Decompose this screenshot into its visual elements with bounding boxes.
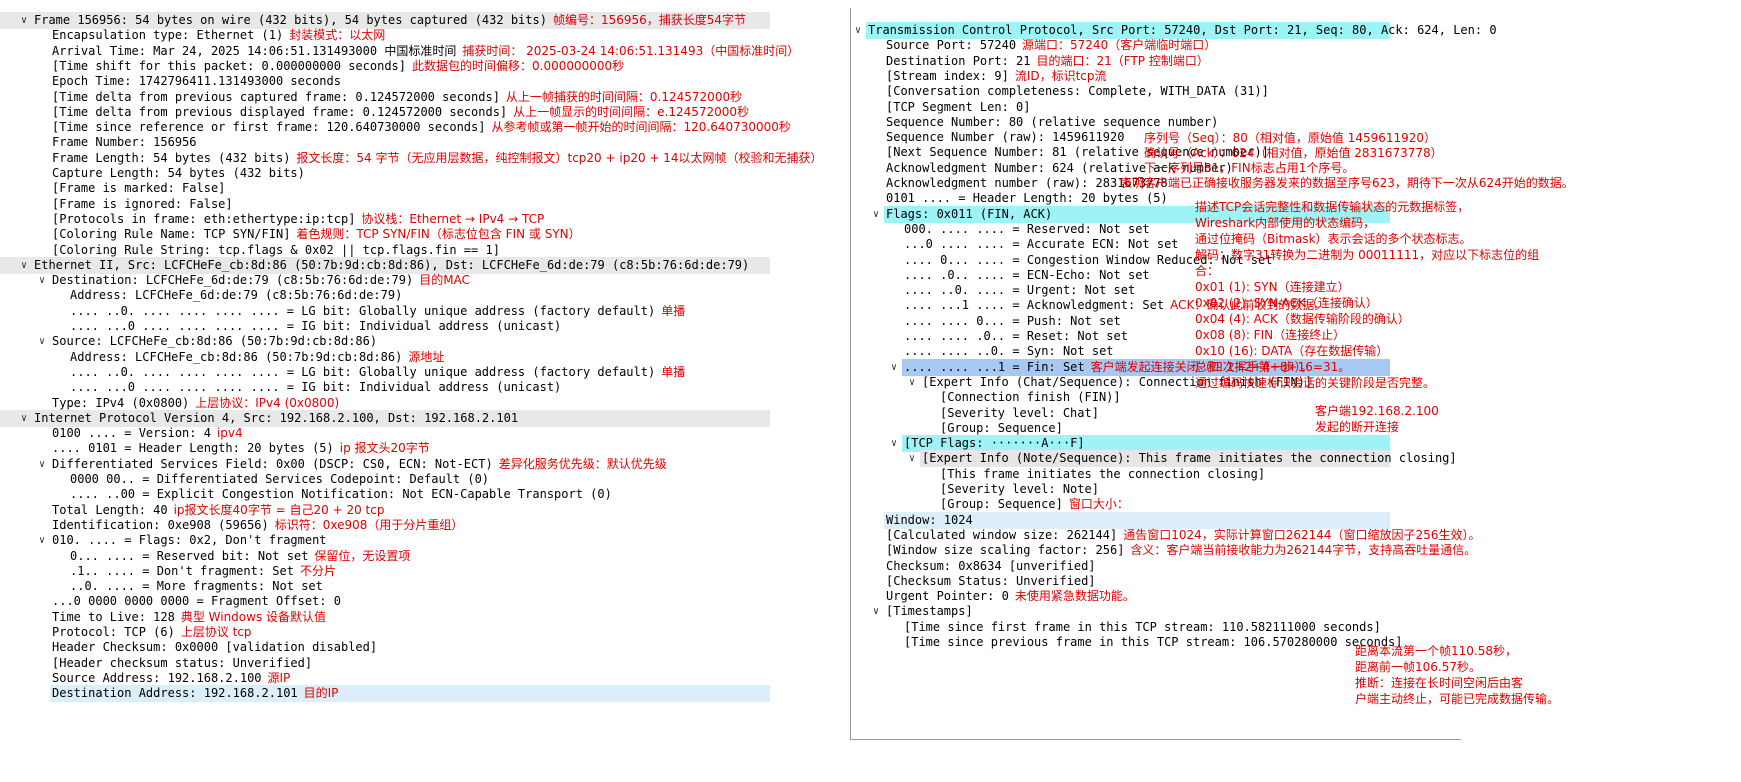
annotation-note: 0x02 (2): SYN-ACK（连接确认）	[1195, 296, 1378, 310]
tree-row[interactable]: Destination Address: 192.168.2.101	[50, 685, 770, 703]
annotation-note: 描述TCP会话完整性和数据传输状态的元数据标签，	[1195, 200, 1470, 214]
annotation-note: 客户端192.168.2.100	[1315, 404, 1439, 418]
annotation-note: 0x10 (16): DATA（存在数据传输）	[1195, 344, 1389, 358]
annotation-note: 发起的断开连接	[1315, 420, 1400, 434]
chevron-down-icon[interactable]: ∨	[906, 450, 918, 467]
left-packet-details-pane[interactable]: ∨ Frame 156956: 54 bytes on wire (432 bit…	[0, 0, 823, 782]
tree-row-text: [Time since previous frame in this TCP s…	[904, 635, 1403, 649]
annotation-note: 距离本流第一个帧110.58秒，	[1355, 644, 1517, 658]
annotation-note: 通过编码快速标识会话的关键阶段是否完整。	[1195, 376, 1436, 390]
annotation-note: 0x04 (4): ACK（数据传输阶段的确认）	[1195, 312, 1410, 326]
chevron-down-icon[interactable]: ∨	[36, 532, 48, 549]
tree-row-text: Destination Address: 192.168.2.101	[52, 686, 298, 701]
chevron-down-icon[interactable]: ∨	[36, 456, 48, 473]
annotation-note: 户端主动终止，可能已完成数据传输。	[1355, 692, 1560, 706]
annotation-note: 通过位掩码（Bitmask）表示会话的多个状态标志。	[1195, 232, 1472, 246]
chevron-down-icon[interactable]: ∨	[888, 435, 900, 452]
annotation-note: 总和: 1+2+4+8+16=31。	[1195, 360, 1351, 374]
chevron-down-icon[interactable]: ∨	[18, 410, 30, 427]
chevron-down-icon[interactable]: ∨	[870, 206, 882, 223]
annotation-note: 距离前一帧106.57秒。	[1355, 660, 1481, 674]
chevron-down-icon[interactable]: ∨	[18, 257, 30, 274]
chevron-down-icon[interactable]: ∨	[36, 272, 48, 289]
chevron-down-icon[interactable]: ∨	[906, 374, 918, 391]
chevron-down-icon[interactable]: ∨	[870, 603, 882, 620]
annotation-note: 0x01 (1): SYN（连接建立）	[1195, 280, 1350, 294]
chevron-down-icon[interactable]: ∨	[36, 333, 48, 350]
annotation-note: 合：	[1195, 264, 1220, 278]
annotation-note: 表明客户端已正确接收服务器发来的数据至序号623，期待下一次从624开始的数据。	[1120, 176, 1574, 190]
annotation-note: 目的IP	[303, 686, 339, 701]
right-packet-details-pane[interactable]: ∨ Transmission Control Protocol, Src Port…	[850, 0, 1741, 782]
annotation-note: 推断：连接在长时间空闲后由客	[1355, 676, 1524, 690]
annotation-note: 0x08 (8): FIN（连接终止）	[1195, 328, 1346, 342]
chevron-down-icon[interactable]: ∨	[18, 12, 30, 29]
tree-row[interactable]: [Time since previous frame in this TCP s…	[902, 634, 1403, 651]
chevron-down-icon[interactable]: ∨	[852, 22, 864, 39]
annotation-note: Wireshark内部使用的状态编码，	[1195, 216, 1376, 230]
annotation-note: 解码：数字31转换为二进制为 00011111，对应以下标志位的组	[1195, 248, 1540, 262]
chevron-down-icon[interactable]: ∨	[888, 359, 900, 376]
